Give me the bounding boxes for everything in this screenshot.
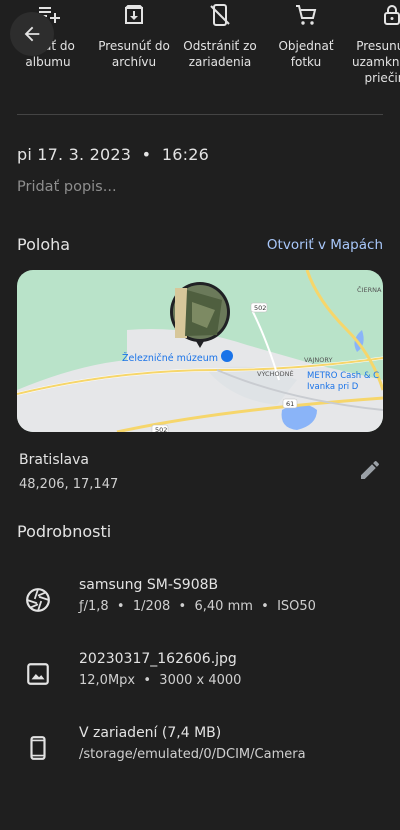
detail-row-storage: V zariadení (7,4 MB) /storage/emulated/0… bbox=[0, 725, 400, 775]
divider bbox=[17, 114, 383, 115]
map-label-ivanka: Ivanka pri D bbox=[307, 382, 359, 392]
map-label-east: VÝCHODNÉ bbox=[257, 369, 294, 378]
shopping-cart-icon bbox=[296, 5, 317, 25]
map-canvas: Železničné múzeum VÝCHODNÉ VAJNORY METRO… bbox=[17, 270, 383, 432]
order-photo-button[interactable]: Objednať fotku bbox=[266, 0, 346, 70]
map-label-vajnory: VAJNORY bbox=[304, 356, 332, 364]
arrow-back-icon bbox=[24, 26, 40, 42]
archive-button[interactable]: Presunúť do archívu bbox=[94, 0, 174, 70]
location-map[interactable]: Železničné múzeum VÝCHODNÉ VAJNORY METRO… bbox=[17, 270, 383, 432]
back-button[interactable] bbox=[10, 12, 54, 56]
action-strip: Pridať do albumu Presunúť do archívu Ods… bbox=[0, 0, 400, 100]
road-label-502a: 502 bbox=[254, 304, 266, 312]
coordinates: 48,206, 17,147 bbox=[19, 477, 119, 492]
archive-label: Presunúť do archívu bbox=[98, 39, 170, 69]
delete-from-device-label: Odstrániť zo zariadenia bbox=[183, 39, 257, 69]
road-label-61: 61 bbox=[286, 400, 294, 408]
edit-location-icon[interactable] bbox=[358, 458, 382, 482]
file-resolution: 12,0Mpx • 3000 x 4000 bbox=[79, 673, 242, 688]
place-name: Bratislava bbox=[19, 452, 89, 468]
storage-path: /storage/emulated/0/DCIM/Camera bbox=[79, 747, 306, 762]
details-heading: Podrobnosti bbox=[17, 522, 112, 541]
file-name: 20230317_162606.jpg bbox=[79, 651, 237, 667]
location-heading: Poloha bbox=[17, 235, 71, 254]
lock-icon bbox=[384, 5, 400, 25]
detail-row-file: 20230317_162606.jpg 12,0Mpx • 3000 x 400… bbox=[0, 651, 400, 701]
map-label-ciern: ČIERNA bbox=[357, 285, 382, 294]
camera-aperture-icon bbox=[26, 588, 50, 612]
delete-from-device-button[interactable]: Odstrániť zo zariadenia bbox=[180, 0, 260, 70]
archive-icon bbox=[125, 5, 143, 24]
move-to-locked-folder-button[interactable]: Presunúť do uzamknutého priečinka bbox=[352, 0, 400, 86]
order-photo-label: Objednať fotku bbox=[278, 39, 334, 69]
phone-delete-icon bbox=[210, 4, 230, 26]
image-icon bbox=[27, 663, 49, 685]
move-to-locked-folder-label: Presunúť do uzamknutého priečinka bbox=[352, 39, 400, 85]
museum-pin-icon bbox=[221, 350, 233, 362]
map-label-metro: METRO Cash & C bbox=[307, 371, 379, 381]
add-description-input[interactable]: Pridať popis... bbox=[17, 179, 117, 195]
road-label-502b: 502 bbox=[155, 426, 167, 432]
camera-settings: ƒ/1,8 • 1/208 • 6,40 mm • ISO50 bbox=[79, 599, 316, 614]
storage-size: V zariadení (7,4 MB) bbox=[79, 725, 222, 741]
detail-row-camera: samsung SM-S908B ƒ/1,8 • 1/208 • 6,40 mm… bbox=[0, 577, 400, 627]
open-in-maps-link[interactable]: Otvoriť v Mapách bbox=[267, 237, 383, 253]
phone-icon bbox=[30, 736, 46, 760]
map-label-museum: Železničné múzeum bbox=[122, 352, 218, 364]
camera-model: samsung SM-S908B bbox=[79, 577, 219, 593]
photo-datetime[interactable]: pi 17. 3. 2023 • 16:26 bbox=[17, 145, 209, 164]
